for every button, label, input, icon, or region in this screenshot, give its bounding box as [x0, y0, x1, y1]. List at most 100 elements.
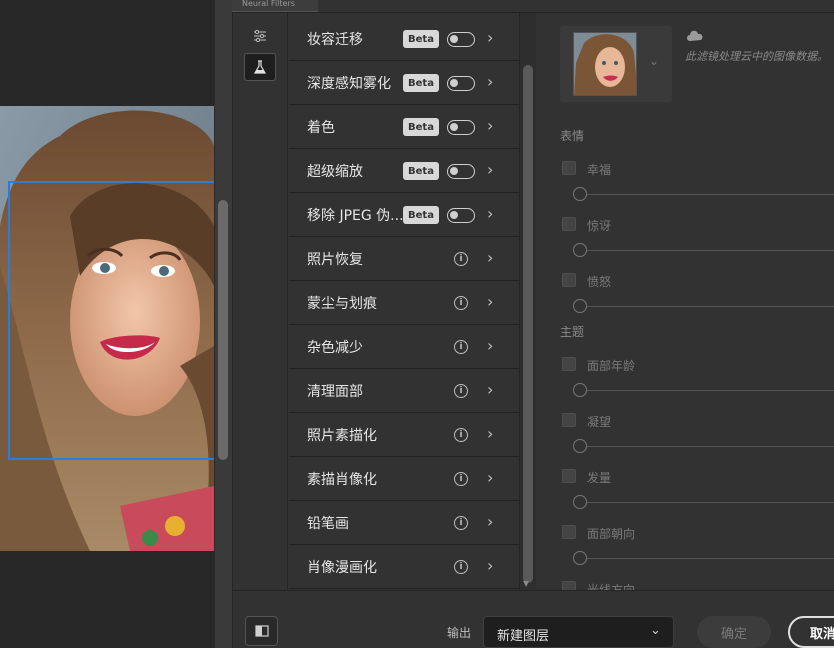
- reference-thumbnail: [573, 32, 637, 96]
- canvas-scrollbar[interactable]: [214, 0, 232, 648]
- beaker-icon[interactable]: [244, 53, 276, 81]
- chevron-down-icon[interactable]: ⌄: [649, 54, 659, 68]
- setting-slider-track[interactable]: [587, 502, 834, 503]
- filter-row[interactable]: 照片素描化 i ›: [289, 413, 519, 457]
- chevron-right-icon[interactable]: ›: [487, 512, 493, 531]
- filter-label: 清理面部: [307, 383, 363, 400]
- chevron-right-icon[interactable]: ›: [487, 204, 493, 223]
- chevron-right-icon[interactable]: ›: [487, 292, 493, 311]
- setting-label: 凝望: [587, 415, 612, 429]
- setting-slider-track[interactable]: [587, 446, 834, 447]
- chevron-right-icon[interactable]: ›: [487, 468, 493, 487]
- filter-label: 杂色减少: [307, 339, 363, 356]
- panel-tab[interactable]: Neural Filters: [232, 0, 318, 12]
- info-icon[interactable]: i: [454, 384, 468, 398]
- setting-slider-knob[interactable]: [573, 495, 587, 509]
- setting-checkbox[interactable]: [562, 525, 576, 539]
- filter-row[interactable]: 杂色减少 i ›: [289, 325, 519, 369]
- setting-row: 愤怒: [560, 269, 834, 319]
- reference-image-picker[interactable]: ⌄: [560, 26, 672, 102]
- filter-label: 素描肖像化: [307, 471, 377, 488]
- filter-row[interactable]: 肖像漫画化 i ›: [289, 545, 519, 589]
- setting-checkbox[interactable]: [562, 217, 576, 231]
- filter-label: 蒙尘与划痕: [307, 295, 377, 312]
- cancel-button[interactable]: 取消: [788, 616, 834, 648]
- filter-list: 妆容迁移 Beta › 深度感知雾化 Beta › 着色 Beta › 超级缩放 Beta › 移除 J…: [289, 17, 519, 590]
- canvas-scrollbar-thumb[interactable]: [218, 200, 228, 460]
- setting-slider-track[interactable]: [587, 194, 834, 195]
- chevron-right-icon[interactable]: ›: [487, 556, 493, 575]
- setting-checkbox[interactable]: [562, 273, 576, 287]
- setting-row: 凝望: [560, 409, 834, 459]
- output-select[interactable]: 新建图层 ⌄: [483, 616, 674, 648]
- setting-checkbox[interactable]: [562, 469, 576, 483]
- filter-row[interactable]: 移除 JPEG 伪... Beta ›: [289, 193, 519, 237]
- setting-slider-track[interactable]: [587, 250, 834, 251]
- filter-toggle[interactable]: [447, 32, 475, 47]
- filter-list-scrollbar[interactable]: ▼: [519, 13, 536, 590]
- filter-row[interactable]: 素描肖像化 i ›: [289, 457, 519, 501]
- setting-row: 发量: [560, 465, 834, 515]
- toggle-knob: [450, 35, 458, 43]
- face-detection-box: [8, 181, 222, 460]
- theme-section-title: 主题: [560, 325, 585, 339]
- setting-slider-knob[interactable]: [573, 439, 587, 453]
- setting-slider-knob[interactable]: [573, 383, 587, 397]
- filter-row[interactable]: 照片恢复 i ›: [289, 237, 519, 281]
- filter-label: 深度感知雾化: [307, 75, 391, 92]
- filter-toggle[interactable]: [447, 76, 475, 91]
- chevron-right-icon[interactable]: ›: [487, 248, 493, 267]
- info-icon[interactable]: i: [454, 252, 468, 266]
- setting-row: 惊讶: [560, 213, 834, 263]
- sliders-icon[interactable]: [244, 22, 276, 50]
- scroll-down-icon[interactable]: ▼: [523, 579, 529, 588]
- chevron-right-icon[interactable]: ›: [487, 380, 493, 399]
- compare-view-button[interactable]: [245, 616, 278, 646]
- setting-label: 发量: [587, 471, 612, 485]
- setting-checkbox[interactable]: [562, 161, 576, 175]
- filter-row[interactable]: 着色 Beta ›: [289, 105, 519, 149]
- filter-row[interactable]: 妆容迁移 Beta ›: [289, 17, 519, 61]
- setting-slider-track[interactable]: [587, 306, 834, 307]
- filter-label: 着色: [307, 119, 335, 136]
- filter-row[interactable]: 深度感知雾化 Beta ›: [289, 61, 519, 105]
- chevron-right-icon[interactable]: ›: [487, 336, 493, 355]
- toggle-knob: [450, 211, 458, 219]
- setting-slider-knob[interactable]: [573, 551, 587, 565]
- setting-slider-knob[interactable]: [573, 299, 587, 313]
- chevron-right-icon[interactable]: ›: [487, 160, 493, 179]
- filter-label: 移除 JPEG 伪...: [307, 207, 404, 224]
- filter-toggle[interactable]: [447, 164, 475, 179]
- setting-slider-knob[interactable]: [573, 187, 587, 201]
- setting-row: 幸福: [560, 157, 834, 207]
- filter-row[interactable]: 清理面部 i ›: [289, 369, 519, 413]
- filter-list-scrollbar-thumb[interactable]: [523, 65, 533, 583]
- info-icon[interactable]: i: [454, 560, 468, 574]
- setting-checkbox[interactable]: [562, 413, 576, 427]
- setting-slider-track[interactable]: [587, 558, 834, 559]
- ok-button[interactable]: 确定: [697, 616, 771, 648]
- info-icon[interactable]: i: [454, 428, 468, 442]
- chevron-right-icon[interactable]: ›: [487, 116, 493, 135]
- filter-row[interactable]: 超级缩放 Beta ›: [289, 149, 519, 193]
- setting-slider-track[interactable]: [587, 390, 834, 391]
- toggle-knob: [450, 79, 458, 87]
- chevron-right-icon[interactable]: ›: [487, 72, 493, 91]
- filter-row[interactable]: 铅笔画 i ›: [289, 501, 519, 545]
- chevron-right-icon[interactable]: ›: [487, 28, 493, 47]
- canvas-pasteboard-top: [0, 0, 214, 106]
- filter-toggle[interactable]: [447, 208, 475, 223]
- info-icon[interactable]: i: [454, 472, 468, 486]
- filter-row[interactable]: 蒙尘与划痕 i ›: [289, 281, 519, 325]
- info-icon[interactable]: i: [454, 340, 468, 354]
- output-label: 输出: [447, 626, 472, 640]
- filter-toggle[interactable]: [447, 120, 475, 135]
- setting-slider-knob[interactable]: [573, 243, 587, 257]
- info-icon[interactable]: i: [454, 516, 468, 530]
- chevron-right-icon[interactable]: ›: [487, 424, 493, 443]
- canvas-pasteboard-bottom: [0, 551, 214, 648]
- cloud-icon: [685, 27, 705, 46]
- setting-checkbox[interactable]: [562, 357, 576, 371]
- info-icon[interactable]: i: [454, 296, 468, 310]
- beta-badge: Beta: [403, 74, 439, 92]
